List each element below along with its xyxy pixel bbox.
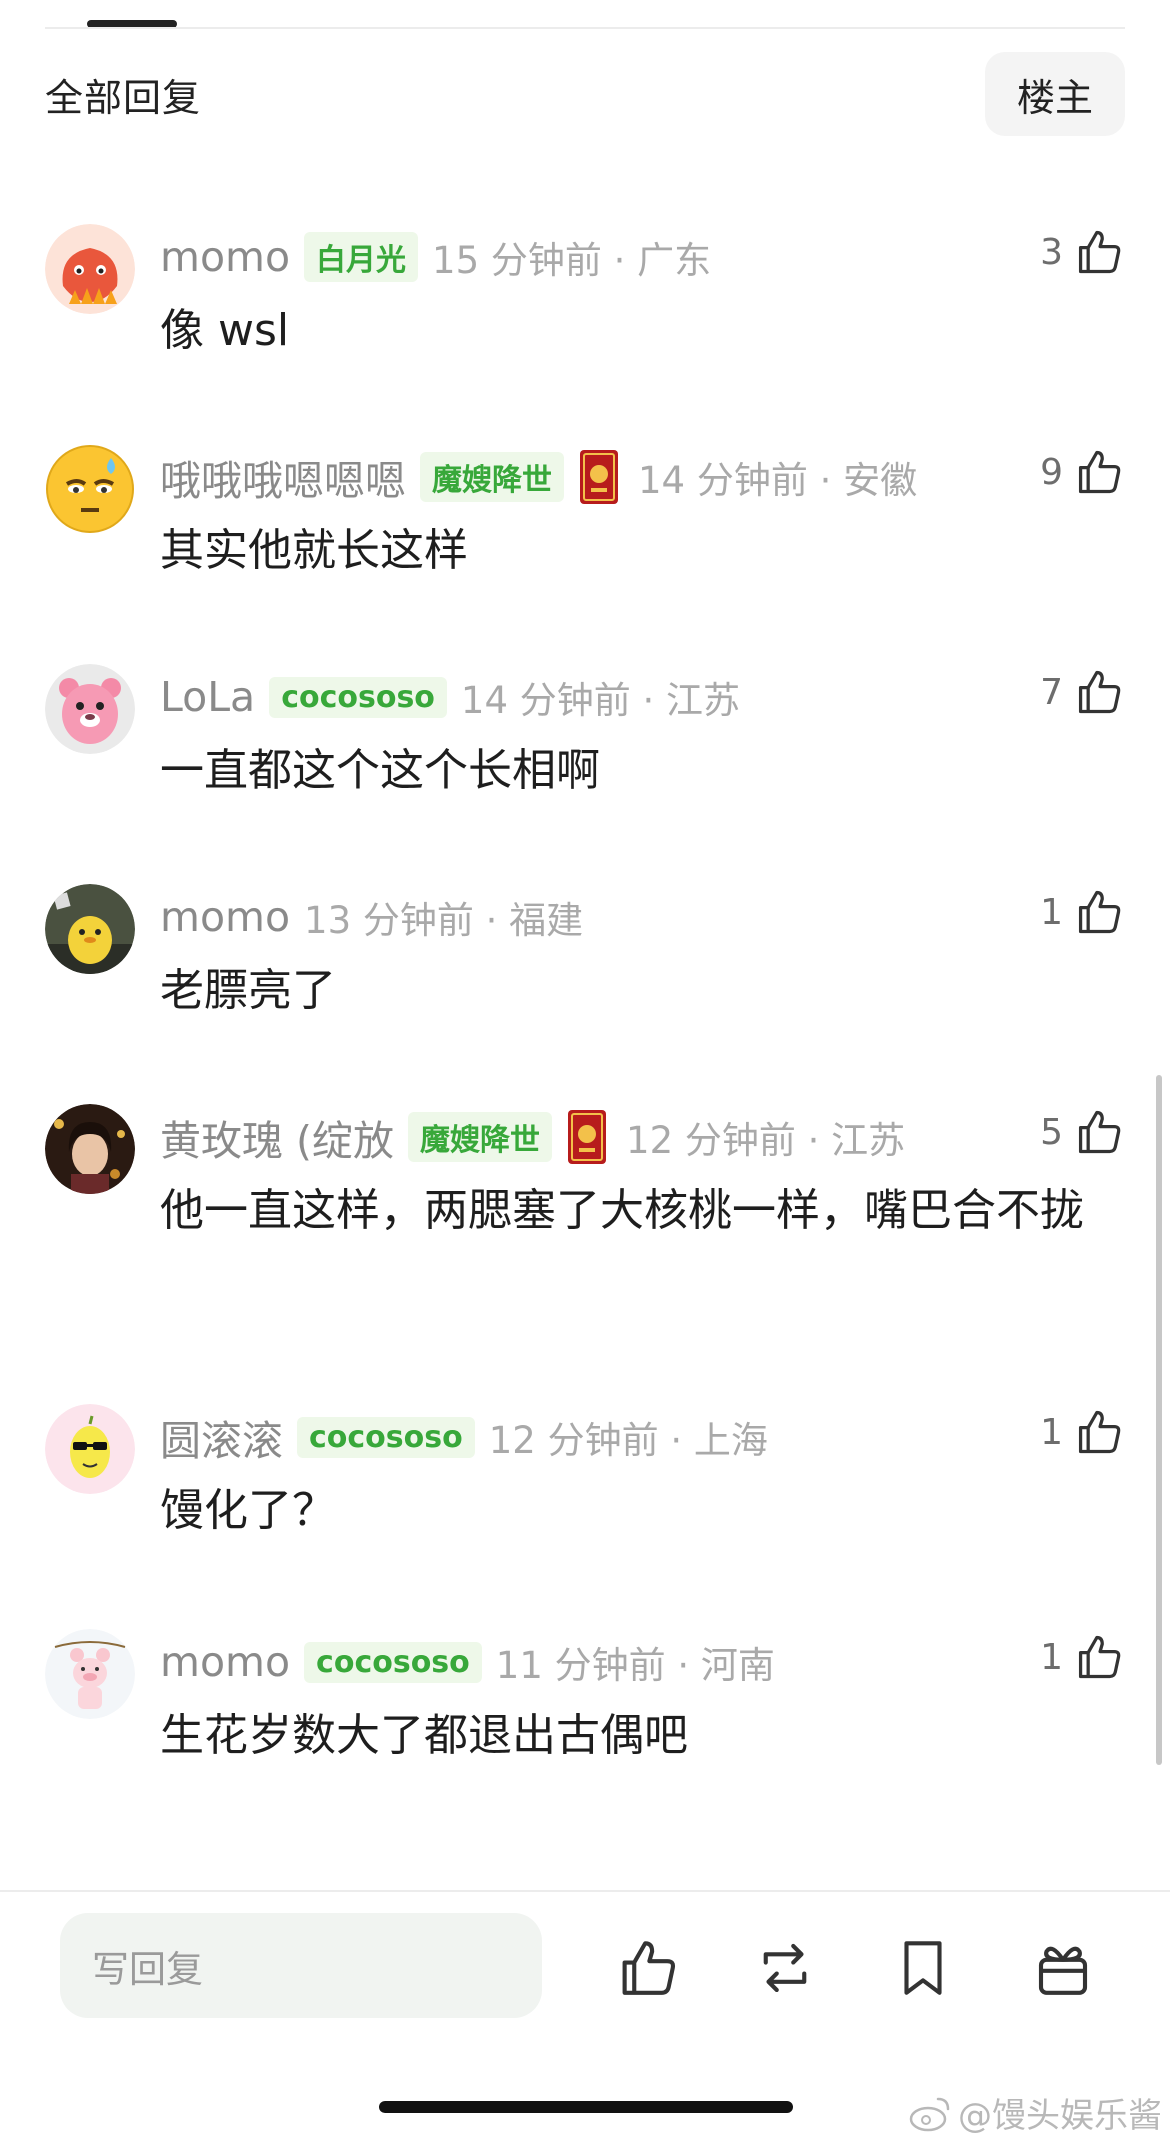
username[interactable]: 黄玫瑰 (绽放 xyxy=(160,1107,394,1167)
username[interactable]: momo xyxy=(160,893,290,941)
medal-icon xyxy=(568,1110,607,1164)
scrollbar[interactable] xyxy=(1156,1075,1162,1765)
username[interactable]: momo xyxy=(160,233,290,281)
fan-badge: 白月光 xyxy=(304,232,419,282)
thumbs-up-icon xyxy=(1078,670,1121,714)
comment-meta: 哦哦哦嗯嗯嗯 魔嫂降世 14 分钟前 · 安徽 xyxy=(160,447,918,507)
avatar[interactable] xyxy=(45,884,135,974)
comment-text: 像 wsl xyxy=(160,305,290,356)
thumbs-up-icon xyxy=(1078,1110,1121,1154)
medal-icon xyxy=(580,450,618,504)
thumbs-up-icon xyxy=(1078,450,1121,494)
like-count: 9 xyxy=(1040,451,1063,493)
username[interactable]: 哦哦哦嗯嗯嗯 xyxy=(160,447,406,507)
like-icon[interactable] xyxy=(615,1935,681,2001)
comment-text: 老膘亮了 xyxy=(160,965,336,1016)
like-button[interactable]: 1 xyxy=(1040,1631,1125,1683)
avatar[interactable] xyxy=(45,1404,135,1494)
thumbs-up-icon xyxy=(1078,1635,1121,1679)
comment-meta: momo 白月光 15 分钟前 · 广东 xyxy=(160,230,711,284)
username[interactable]: momo xyxy=(160,1638,290,1686)
fan-badge: 魔嫂降世 xyxy=(420,452,564,502)
like-button[interactable]: 1 xyxy=(1040,1406,1125,1458)
like-button[interactable]: 9 xyxy=(1040,446,1125,498)
fan-badge: cocososo xyxy=(304,1641,482,1683)
time-location: 13 分钟前 · 福建 xyxy=(304,899,584,942)
like-button[interactable]: 7 xyxy=(1040,666,1125,718)
comment-text: 馒化了？ xyxy=(160,1485,336,1536)
comment-meta: LoLa cocososo 14 分钟前 · 江苏 xyxy=(160,670,740,724)
like-count: 5 xyxy=(1040,1111,1063,1153)
comment-meta: momo cocososo 11 分钟前 · 河南 xyxy=(160,1635,775,1689)
like-button[interactable]: 1 xyxy=(1040,886,1125,938)
avatar[interactable] xyxy=(45,224,135,314)
comment-meta: momo 13 分钟前 · 福建 xyxy=(160,890,583,944)
comment-text: 他一直这样，两腮塞了大核桃一样，嘴巴合不拢 xyxy=(160,1185,1084,1236)
time-location: 14 分钟前 · 安徽 xyxy=(638,459,918,502)
bottom-divider xyxy=(0,1890,1170,1892)
op-only-button[interactable]: 楼主 xyxy=(985,52,1125,136)
like-button[interactable]: 3 xyxy=(1040,226,1125,278)
comment-meta: 圆滚滚 cocososo 12 分钟前 · 上海 xyxy=(160,1407,768,1467)
comment-text: 一直都这个这个长相啊 xyxy=(160,745,600,796)
username[interactable]: LoLa xyxy=(160,673,255,721)
username[interactable]: 圆滚滚 xyxy=(160,1407,283,1467)
like-count: 3 xyxy=(1040,231,1063,273)
watermark: @馒头娱乐酱 xyxy=(908,2088,1162,2135)
fan-badge: cocososo xyxy=(297,1416,475,1458)
reply-input[interactable]: 写回复 xyxy=(60,1913,542,2018)
like-count: 7 xyxy=(1040,671,1063,713)
avatar[interactable] xyxy=(45,664,135,754)
avatar[interactable] xyxy=(45,1629,135,1719)
like-button[interactable]: 5 xyxy=(1040,1106,1125,1158)
repost-icon[interactable] xyxy=(752,1935,818,2001)
like-count: 1 xyxy=(1040,891,1063,933)
avatar[interactable] xyxy=(45,1104,135,1194)
home-indicator xyxy=(379,2101,793,2113)
like-count: 1 xyxy=(1040,1636,1063,1678)
thumbs-up-icon xyxy=(1078,1410,1121,1454)
comment-meta: 黄玫瑰 (绽放 魔嫂降世 12 分钟前 · 江苏 xyxy=(160,1107,906,1167)
comment-text: 生花岁数大了都退出古偶吧 xyxy=(160,1710,688,1761)
page-title: 全部回复 xyxy=(45,75,202,120)
time-location: 15 分钟前 · 广东 xyxy=(432,239,712,282)
gift-icon[interactable] xyxy=(1030,1935,1096,2001)
avatar[interactable] xyxy=(45,444,135,534)
thumbs-up-icon xyxy=(1078,890,1121,934)
time-location: 14 分钟前 · 江苏 xyxy=(460,679,741,722)
fan-badge: 魔嫂降世 xyxy=(408,1112,553,1162)
like-count: 1 xyxy=(1040,1411,1063,1453)
watermark-text: @馒头娱乐酱 xyxy=(958,2096,1162,2135)
weibo-logo-icon xyxy=(909,2097,950,2131)
fan-badge: cocososo xyxy=(269,676,447,718)
thumbs-up-icon xyxy=(1078,230,1121,274)
time-location: 11 分钟前 · 河南 xyxy=(495,1644,775,1687)
top-divider xyxy=(45,27,1125,29)
replies-header: 全部回复 楼主 xyxy=(45,52,1125,136)
comment-text: 其实他就长这样 xyxy=(160,525,468,576)
bookmark-icon[interactable] xyxy=(890,1935,956,2001)
time-location: 12 分钟前 · 江苏 xyxy=(626,1119,906,1162)
time-location: 12 分钟前 · 上海 xyxy=(488,1419,768,1462)
